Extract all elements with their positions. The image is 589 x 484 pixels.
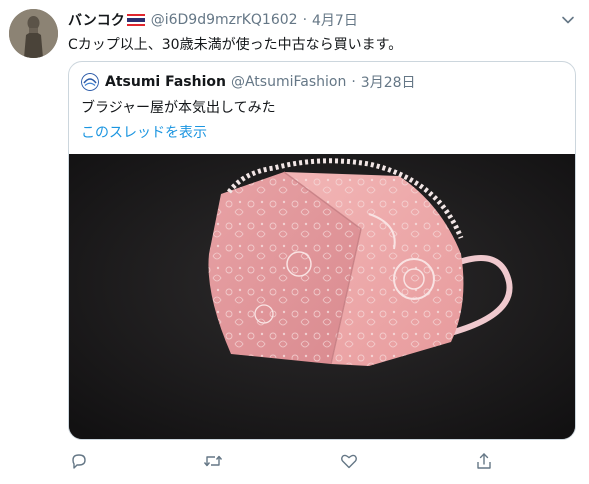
terracotta-warrior-icon <box>9 9 58 58</box>
quoted-avatar <box>81 73 99 91</box>
quoted-tweet-text: ブラジャー屋が本気出してみた <box>81 100 276 116</box>
quoted-user-handle: @AtsumiFashion <box>230 74 347 90</box>
separator-dot: · <box>302 12 308 28</box>
tweet-date[interactable]: 4月7日 <box>312 10 358 30</box>
tweet-actions <box>68 450 508 472</box>
quoted-tweet-date: 3月28日 <box>360 75 416 91</box>
reply-icon[interactable] <box>68 450 90 472</box>
tweet: バンコク @i6D9d9mzrKQ1602 · 4月7日 Cカップ以上、30歳未… <box>0 0 589 484</box>
user-handle[interactable]: @i6D9d9mzrKQ1602 <box>151 12 298 28</box>
quoted-display-name: Atsumi Fashion <box>105 74 226 90</box>
quoted-tweet[interactable]: Atsumi Fashion @AtsumiFashion · 3月28日 ブラ… <box>68 61 576 440</box>
tweet-header: バンコク @i6D9d9mzrKQ1602 · 4月7日 <box>68 10 358 30</box>
show-thread-link[interactable]: このスレッドを表示 <box>81 122 207 142</box>
share-icon[interactable] <box>473 450 495 472</box>
display-name[interactable]: バンコク <box>68 10 125 30</box>
thailand-flag-icon <box>126 14 145 26</box>
quoted-tweet-header: Atsumi Fashion @AtsumiFashion · 3月28日 <box>81 72 416 92</box>
avatar[interactable] <box>9 9 58 58</box>
separator-dot: · <box>351 74 356 90</box>
like-icon[interactable] <box>338 450 360 472</box>
tweet-text: Cカップ以上、30歳未満が使った中古なら買います。 <box>68 37 403 53</box>
pink-lace-mask-photo[interactable] <box>69 154 575 439</box>
retweet-icon[interactable] <box>202 450 224 472</box>
chevron-down-icon[interactable] <box>561 12 575 26</box>
atsumi-logo-icon <box>81 73 99 91</box>
